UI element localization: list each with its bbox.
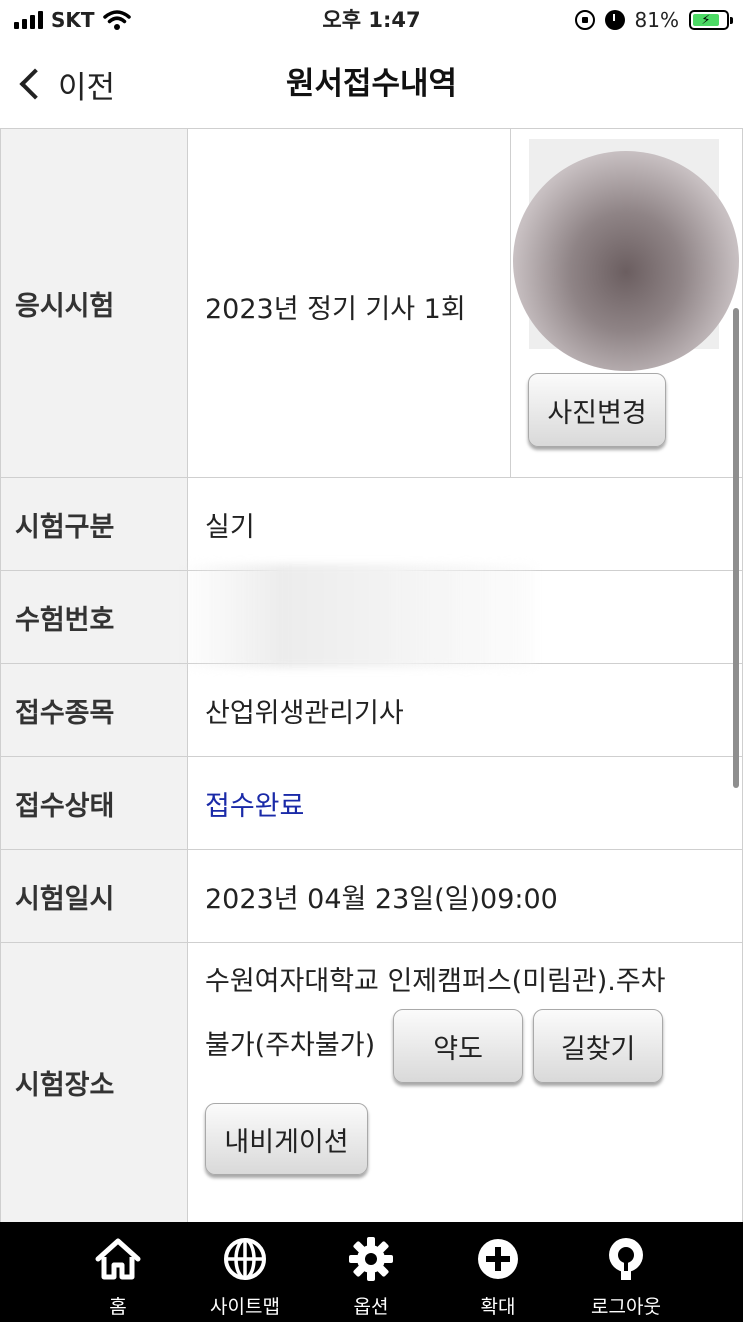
table-row: 시험구분 실기 [0, 477, 743, 571]
globe-icon [224, 1238, 266, 1280]
place-line2: 불가(주차불가) [205, 1030, 376, 1061]
tab-label: 옵션 [353, 1296, 389, 1318]
row-label-category: 시험구분 [0, 477, 188, 571]
tab-logout[interactable]: 로그아웃 [574, 1222, 678, 1319]
battery-percent: 81% [634, 8, 679, 32]
scrollbar[interactable] [733, 308, 739, 788]
redacted-exam-number [177, 564, 535, 668]
row-value-exam: 2023년 정기 기사 1회 [187, 128, 511, 478]
battery-charging-icon: ⚡ [689, 10, 733, 30]
page-title: 원서접수내역 [285, 66, 458, 102]
row-label-datetime: 시험일시 [0, 849, 188, 943]
table-row: 접수종목 산업위생관리기사 [0, 663, 743, 757]
place-content: 수원여자대학교 인제캠퍼스(미림관).주차 불가(주차불가) 약도 길찾기 내비… [205, 943, 742, 1175]
logout-icon [609, 1238, 643, 1280]
row-value-place: 수원여자대학교 인제캠퍼스(미림관).주차 불가(주차불가) 약도 길찾기 내비… [187, 942, 743, 1223]
row-value-state: 접수완료 [187, 756, 743, 850]
application-details-table: 응시시험 2023년 정기 기사 1회 사진변경 시험구분 실기 수험번호 접수… [0, 128, 743, 1223]
place-line2-row: 불가(주차불가) 약도 길찾기 [205, 1009, 728, 1083]
directions-button[interactable]: 길찾기 [533, 1009, 664, 1083]
gear-icon [349, 1237, 393, 1281]
tab-label: 홈 [109, 1296, 127, 1318]
alarm-icon [604, 10, 625, 30]
tab-sitemap[interactable]: 사이트맵 [200, 1222, 290, 1319]
table-row: 시험일시 2023년 04월 23일(일)09:00 [0, 849, 743, 943]
navigation-button[interactable]: 내비게이션 [205, 1103, 368, 1175]
row-label-subject: 접수종목 [0, 663, 188, 757]
tab-zoom[interactable]: 확대 [453, 1222, 543, 1319]
change-photo-button[interactable]: 사진변경 [528, 373, 666, 447]
navigation-bar: 이전 원서접수내역 [0, 42, 743, 128]
photo-cell: 사진변경 [510, 128, 743, 478]
tab-label: 사이트맵 [210, 1296, 280, 1318]
photo-blur-overlay [513, 151, 739, 371]
table-row: 시험장소 수원여자대학교 인제캠퍼스(미림관).주차 불가(주차불가) 약도 길… [0, 942, 743, 1223]
status-right: 81% ⚡ [574, 6, 733, 34]
table-row: 접수상태 접수완료 [0, 756, 743, 850]
row-label-exam: 응시시험 [0, 128, 188, 478]
bottom-toolbar: 홈 사이트맵 옵션 확대 로그아웃 [0, 1222, 743, 1322]
rotation-lock-icon [574, 10, 595, 30]
row-value-subject: 산업위생관리기사 [187, 663, 743, 757]
plus-circle-icon [478, 1239, 518, 1279]
tab-label: 로그아웃 [591, 1296, 661, 1318]
tab-options[interactable]: 옵션 [326, 1222, 416, 1319]
row-value-datetime: 2023년 04월 23일(일)09:00 [187, 849, 743, 943]
row-label-state: 접수상태 [0, 756, 188, 850]
map-button[interactable]: 약도 [393, 1009, 524, 1083]
status-bar: SKT 오후 1:47 81% ⚡ [0, 0, 743, 42]
row-label-place: 시험장소 [0, 942, 188, 1223]
row-label-number: 수험번호 [0, 570, 188, 664]
table-row: 응시시험 2023년 정기 기사 1회 사진변경 [0, 128, 743, 478]
home-icon [95, 1238, 141, 1280]
tab-label: 확대 [480, 1296, 516, 1318]
row-value-category: 실기 [187, 477, 743, 571]
place-line1: 수원여자대학교 인제캠퍼스(미림관).주차 [205, 966, 666, 997]
